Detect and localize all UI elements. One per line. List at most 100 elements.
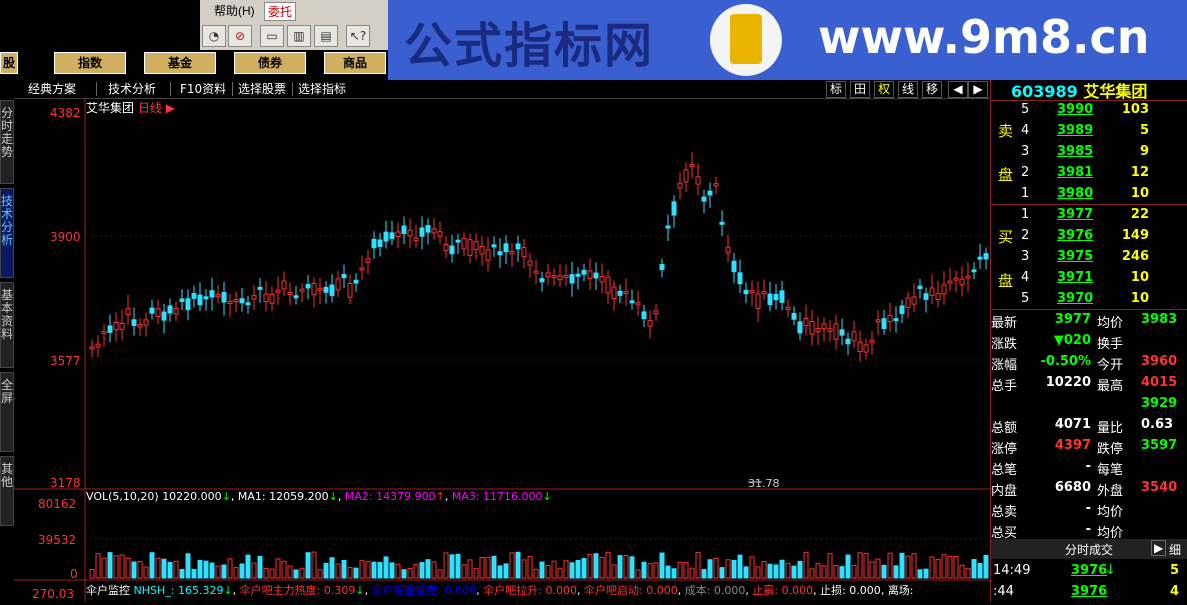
- cat-stock[interactable]: 股: [0, 52, 18, 74]
- kline-chart[interactable]: 4382 3900 3577 3178 80162 39532 0 270.03…: [14, 98, 990, 602]
- quote.sell-row[interactable]: 2 3981 12: [991, 163, 1187, 184]
- vtab-other[interactable]: 其他: [0, 456, 14, 526]
- volume-bar: [827, 553, 833, 579]
- tab-f10[interactable]: F10资料: [176, 81, 230, 97]
- ticks-expand-button[interactable]: ▶: [1151, 540, 1167, 556]
- kline-chart-svg: 4382 3900 3577 3178 80162 39532 0 270.03…: [14, 98, 990, 602]
- candle-body: [221, 292, 227, 303]
- volume-bar: [839, 566, 845, 579]
- candle-body: [779, 290, 785, 303]
- quote.buy-row[interactable]: 3 3975 246: [991, 247, 1187, 268]
- volume: 22: [1130, 207, 1149, 222]
- ticks-detail-button[interactable]: 细: [1169, 541, 1181, 558]
- stat-key2: 外盘: [1097, 484, 1124, 499]
- volume-bar: [269, 568, 275, 579]
- volume-bar: [89, 568, 95, 579]
- tab-select-indicator[interactable]: 选择指标: [294, 81, 350, 97]
- help-cursor-icon[interactable]: ↖?: [346, 25, 370, 47]
- candle-body: [473, 241, 479, 251]
- toolbar-icon-4[interactable]: ▥: [287, 25, 311, 47]
- candle-body: [173, 307, 179, 315]
- candle-body: [947, 280, 953, 284]
- btn-grid[interactable]: 田: [850, 81, 870, 98]
- stat-value: -: [1085, 459, 1091, 474]
- candle-body: [395, 231, 401, 238]
- stat-row: 最新 3977 均价 3983: [991, 310, 1187, 331]
- vtab-timeshare[interactable]: 分时走势: [0, 100, 14, 184]
- candle-body: [755, 293, 761, 309]
- tab-tech[interactable]: 技术分析: [104, 81, 160, 97]
- tab-classic[interactable]: 经典方案: [24, 81, 80, 97]
- btn-left-arrow[interactable]: ◀: [948, 81, 968, 98]
- candle-body: [281, 280, 287, 290]
- stat-value2: 3960: [1141, 354, 1178, 369]
- tab-select-stock[interactable]: 选择股票: [234, 81, 290, 97]
- volume-bar: [887, 552, 893, 579]
- candle-body: [329, 284, 335, 296]
- toolbar-icon-2[interactable]: ⊘: [228, 25, 252, 47]
- quote.buy-row[interactable]: 4 3971 10: [991, 268, 1187, 289]
- quote.sell-row[interactable]: 1 3980 10: [991, 184, 1187, 205]
- quote.sell-row[interactable]: 5 3990 103: [991, 100, 1187, 121]
- btn-move[interactable]: 移: [922, 81, 942, 98]
- volume-bar: [899, 552, 905, 579]
- volume-bar: [359, 560, 365, 579]
- vtab-fullscreen[interactable]: 全屏: [0, 372, 14, 452]
- btn-mark[interactable]: 标: [826, 81, 846, 98]
- tick-row: 14:49 3976 ↓ 5: [991, 561, 1187, 582]
- toolbar-icon-3[interactable]: ▭: [260, 25, 284, 47]
- stat-value: 4397: [1054, 438, 1091, 453]
- volume-bar: [311, 551, 317, 579]
- btn-line[interactable]: 线: [898, 81, 918, 98]
- level: 4: [1021, 123, 1030, 138]
- candle-body: [287, 292, 293, 296]
- stat-key: 涨停: [991, 442, 1018, 457]
- volume-bar: [797, 560, 803, 579]
- cat-fund[interactable]: 基金: [144, 52, 216, 74]
- candle-body: [785, 306, 791, 310]
- stat-value2: 4015: [1141, 375, 1178, 390]
- volume-bar: [299, 567, 305, 579]
- menu-delegate[interactable]: 委托: [264, 2, 297, 21]
- btn-right[interactable]: 权: [874, 81, 894, 98]
- volume-bar: [95, 553, 101, 579]
- toolbar-icon-5[interactable]: ▤: [314, 25, 338, 47]
- volume-bar: [461, 564, 467, 579]
- volume-bar: [191, 568, 197, 579]
- btn-right-arrow[interactable]: ▶: [968, 81, 988, 98]
- candle-body: [629, 300, 635, 304]
- volume-bar: [713, 557, 719, 579]
- volume-bar: [935, 558, 941, 579]
- volume-bar: [215, 565, 221, 579]
- candle-body: [737, 272, 743, 285]
- quote.buy-row[interactable]: 5 3970 10: [991, 289, 1187, 310]
- menu-help[interactable]: 帮助(H): [214, 2, 255, 19]
- toolbar-icon-1[interactable]: ◔: [202, 25, 226, 47]
- cat-index[interactable]: 指数: [54, 52, 126, 74]
- volume-bar: [389, 562, 395, 579]
- volume-bar: [467, 559, 473, 579]
- volume-bar: [707, 559, 713, 579]
- quote.buy-row[interactable]: 2 3976 149: [991, 226, 1187, 247]
- volume-bar: [779, 559, 785, 579]
- cat-bond[interactable]: 债券: [234, 52, 306, 74]
- vtab-basic[interactable]: 基本资料: [0, 282, 14, 368]
- volume-bar: [329, 557, 335, 579]
- quote.buy-row[interactable]: 1 3977 22: [991, 205, 1187, 226]
- candle-body: [311, 282, 317, 296]
- candle-body: [389, 232, 395, 240]
- volume-bar: [497, 565, 503, 579]
- cat-commodity[interactable]: 商品: [324, 52, 386, 74]
- stat-row: 涨幅 -0.50% 今开 3960: [991, 352, 1187, 373]
- candle-body: [371, 238, 377, 249]
- level: 1: [1021, 207, 1030, 222]
- quote.sell-row[interactable]: 4 3989 5: [991, 121, 1187, 142]
- vtab-tech[interactable]: 技术分析: [0, 188, 14, 278]
- level: 2: [1021, 228, 1030, 243]
- candle-body: [461, 238, 467, 250]
- candle-body: [407, 229, 413, 237]
- candle-body: [365, 258, 371, 263]
- category-row: 股 指数 基金 债券 商品: [0, 52, 388, 74]
- candle-body: [485, 249, 491, 261]
- quote.sell-row[interactable]: 3 3985 9: [991, 142, 1187, 163]
